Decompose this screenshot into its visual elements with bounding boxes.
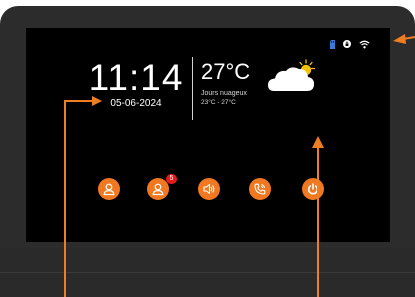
lock-icon — [343, 40, 351, 48]
message-count-badge: 5 — [166, 174, 177, 184]
weather-temperature: 27°C — [201, 59, 251, 84]
call-button[interactable] — [249, 178, 271, 200]
bezel-divider — [0, 272, 415, 273]
contacts-button[interactable] — [98, 178, 120, 200]
clock-weather-divider — [192, 57, 193, 120]
partly-cloudy-icon — [264, 56, 322, 101]
weather-condition: Jours nuageux — [201, 90, 247, 97]
power-button[interactable] — [302, 178, 324, 200]
sd-card-icon — [330, 39, 335, 49]
phone-icon — [254, 183, 266, 195]
wifi-icon — [359, 40, 370, 49]
speaker-icon — [203, 183, 215, 195]
clock-date: 05-06-2024 — [110, 98, 162, 109]
user-icon — [103, 183, 115, 196]
clock-time: 11:14 — [88, 57, 184, 98]
user-icon — [152, 183, 164, 196]
power-icon — [307, 183, 319, 195]
volume-button[interactable] — [198, 178, 220, 200]
weather-range: 23°C - 27°C — [201, 99, 236, 106]
status-bar — [330, 38, 370, 50]
